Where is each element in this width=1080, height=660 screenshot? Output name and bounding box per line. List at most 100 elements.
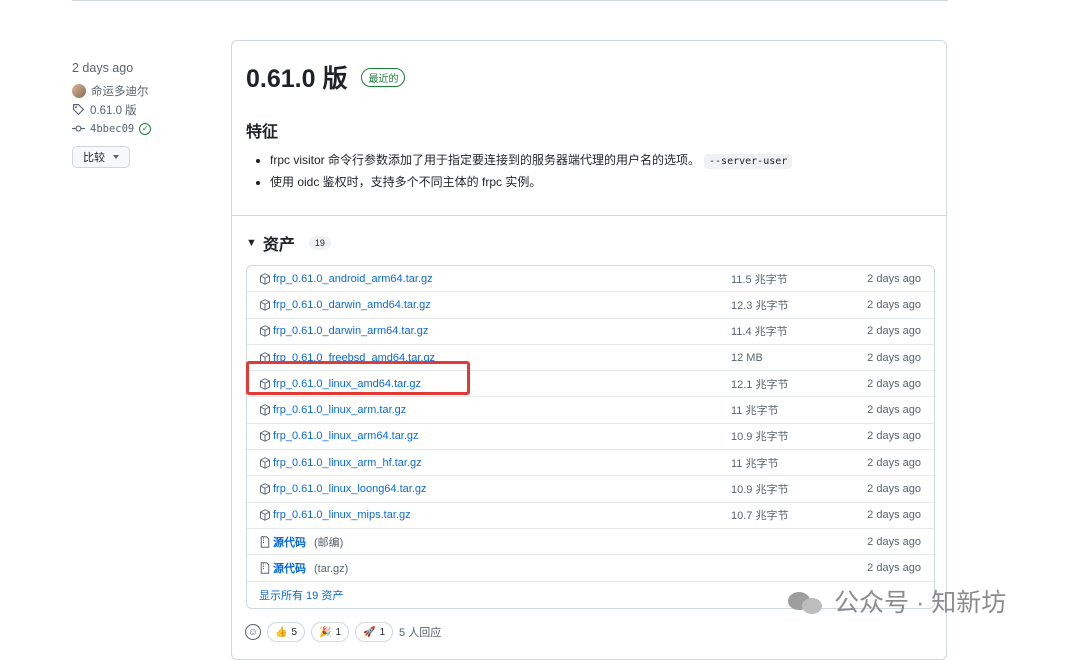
avatar[interactable] <box>72 83 86 98</box>
asset-link[interactable]: frp_0.61.0_darwin_arm64.tar.gz <box>273 325 428 337</box>
source-tar-row: 源代码 (tar.gz) 2 days ago <box>247 555 934 582</box>
rocket-reaction[interactable]: 🚀 1 <box>355 622 394 642</box>
asset-date: 2 days ago <box>867 483 921 496</box>
reactions-summary: 5 人回应 <box>399 627 442 639</box>
package-icon <box>260 456 270 469</box>
asset-size: 10.9 兆字节 <box>731 484 789 497</box>
asset-row: frp_0.61.0_linux_arm.tar.gz 11 兆字节 2 day… <box>247 397 934 424</box>
asset-row: frp_0.61.0_darwin_amd64.tar.gz 12.3 兆字节 … <box>247 292 934 319</box>
release-date: 2 days ago <box>72 61 134 75</box>
thumbs-up-count: 5 <box>291 626 298 638</box>
asset-link[interactable]: frp_0.61.0_linux_loong64.tar.gz <box>273 483 427 495</box>
tag-label[interactable]: 0.61.0 版 <box>90 102 137 118</box>
asset-size: 12 MB <box>731 351 763 364</box>
asset-date: 2 days ago <box>867 272 921 285</box>
feature-code: --server-user <box>704 154 793 169</box>
watermark: 公众号 · 知新坊 <box>786 583 1006 619</box>
asset-link[interactable]: frp_0.61.0_linux_arm_hf.tar.gz <box>273 457 422 469</box>
asset-link[interactable]: frp_0.61.0_linux_mips.tar.gz <box>273 509 411 521</box>
source-format: (邮编) <box>314 536 344 549</box>
asset-size: 12.3 兆字节 <box>731 299 789 312</box>
thumbs-up-reaction[interactable]: 👍 5 <box>267 622 306 642</box>
asset-date: 2 days ago <box>867 377 921 390</box>
source-label: 源代码 <box>273 562 306 575</box>
commit-icon <box>72 125 85 132</box>
feature-text: frpc visitor 命令行参数添加了用于指定要连接到的服务器端代理的用户名… <box>270 153 701 167</box>
asset-size: 11 兆字节 <box>731 405 779 418</box>
source-label: 源代码 <box>273 536 306 549</box>
package-icon <box>260 509 270 522</box>
asset-row: frp_0.61.0_linux_arm_hf.tar.gz 11 兆字节 2 … <box>247 450 934 477</box>
source-zip-link[interactable]: 源代码 (邮编) <box>273 534 343 550</box>
release-card: 0.61.0 版 最近的 特征 frpc visitor 命令行参数添加了用于指… <box>231 40 947 660</box>
highlight-box <box>246 361 470 395</box>
rocket-icon: 🚀 <box>363 626 376 638</box>
release-title[interactable]: 0.61.0 版 <box>246 59 347 95</box>
commit-hash[interactable]: 4bbec09 <box>90 123 134 135</box>
triangle-down-icon: ▼ <box>246 237 257 249</box>
compare-label: 比较 <box>83 152 105 164</box>
release-header: 0.61.0 版 最近的 <box>246 59 406 95</box>
asset-size: 10.9 兆字节 <box>731 431 789 444</box>
asset-date: 2 days ago <box>867 430 921 443</box>
asset-date: 2 days ago <box>867 561 921 574</box>
package-icon <box>260 430 270 443</box>
feature-item: frpc visitor 命令行参数添加了用于指定要连接到的服务器端代理的用户名… <box>270 149 793 171</box>
tada-icon: 🎉 <box>319 626 332 638</box>
package-icon <box>260 483 270 495</box>
package-icon <box>260 404 270 416</box>
check-circle-icon: ✓ <box>139 122 152 135</box>
asset-row: frp_0.61.0_linux_arm64.tar.gz 10.9 兆字节 2… <box>247 424 934 451</box>
asset-row: frp_0.61.0_linux_mips.tar.gz 10.7 兆字节 2 … <box>247 503 934 529</box>
asset-link[interactable]: frp_0.61.0_linux_arm64.tar.gz <box>273 430 419 442</box>
assets-list: frp_0.61.0_android_arm64.tar.gz 11.5 兆字节… <box>246 265 935 609</box>
top-divider <box>72 0 948 1</box>
assets-count: 19 <box>308 236 331 250</box>
compare-button[interactable]: 比较 <box>72 146 130 168</box>
asset-link[interactable]: frp_0.61.0_darwin_amd64.tar.gz <box>273 299 431 311</box>
asset-date: 2 days ago <box>867 351 921 364</box>
asset-date: 2 days ago <box>867 325 921 338</box>
assets-heading: 资产 <box>262 237 295 254</box>
features-heading: 特征 <box>246 124 279 141</box>
wechat-icon <box>786 586 826 616</box>
source-tar-link[interactable]: 源代码 (tar.gz) <box>273 560 348 576</box>
asset-row: frp_0.61.0_darwin_arm64.tar.gz 11.4 兆字节 … <box>247 319 934 345</box>
asset-size: 10.7 兆字节 <box>731 510 789 523</box>
commit-row[interactable]: 4bbec09 ✓ <box>72 119 222 138</box>
reactions-bar: ☺ 👍 5 🎉 1 🚀 1 5 人回应 <box>245 622 441 642</box>
release-meta: 2 days ago 命运多迪尔 0.61.0 版 4bbec09 ✓ 比较 <box>72 61 222 168</box>
author-row[interactable]: 命运多迪尔 <box>72 81 222 100</box>
feature-list: frpc visitor 命令行参数添加了用于指定要连接到的服务器端代理的用户名… <box>246 149 793 193</box>
smiley-icon[interactable]: ☺ <box>245 624 261 640</box>
tada-count: 1 <box>335 626 342 638</box>
asset-link[interactable]: frp_0.61.0_linux_arm.tar.gz <box>273 404 406 416</box>
asset-size: 11.4 兆字节 <box>731 326 788 339</box>
asset-size: 12.1 兆字节 <box>731 378 789 391</box>
asset-date: 2 days ago <box>867 404 921 417</box>
tag-row[interactable]: 0.61.0 版 <box>72 100 222 119</box>
source-format: (tar.gz) <box>314 562 349 575</box>
asset-date: 2 days ago <box>867 535 921 548</box>
watermark-text: 公众号 · 知新坊 <box>834 589 1007 617</box>
rocket-count: 1 <box>379 626 386 638</box>
asset-link[interactable]: frp_0.61.0_android_arm64.tar.gz <box>273 273 433 285</box>
file-zip-icon <box>260 535 270 548</box>
package-icon <box>260 325 270 338</box>
source-zip-row: 源代码 (邮编) 2 days ago <box>247 529 934 556</box>
section-divider <box>232 215 946 216</box>
asset-date: 2 days ago <box>867 456 921 469</box>
feature-item: 使用 oidc 鉴权时，支持多个不同主体的 frpc 实例。 <box>270 171 792 193</box>
asset-date: 2 days ago <box>867 509 921 522</box>
asset-size: 11.5 兆字节 <box>731 273 788 286</box>
show-all-assets-link[interactable]: 显示所有 19 资产 <box>259 587 343 603</box>
author-name[interactable]: 命运多迪尔 <box>91 83 149 99</box>
tag-icon <box>73 104 85 116</box>
latest-badge: 最近的 <box>361 67 406 87</box>
assets-toggle[interactable]: ▼ 资产 19 <box>246 231 331 255</box>
thumbs-up-icon: 👍 <box>275 626 288 638</box>
asset-row: frp_0.61.0_linux_loong64.tar.gz 10.9 兆字节… <box>247 476 934 503</box>
package-icon <box>260 299 270 311</box>
asset-size: 11 兆字节 <box>731 457 779 470</box>
tada-reaction[interactable]: 🎉 1 <box>311 622 350 642</box>
